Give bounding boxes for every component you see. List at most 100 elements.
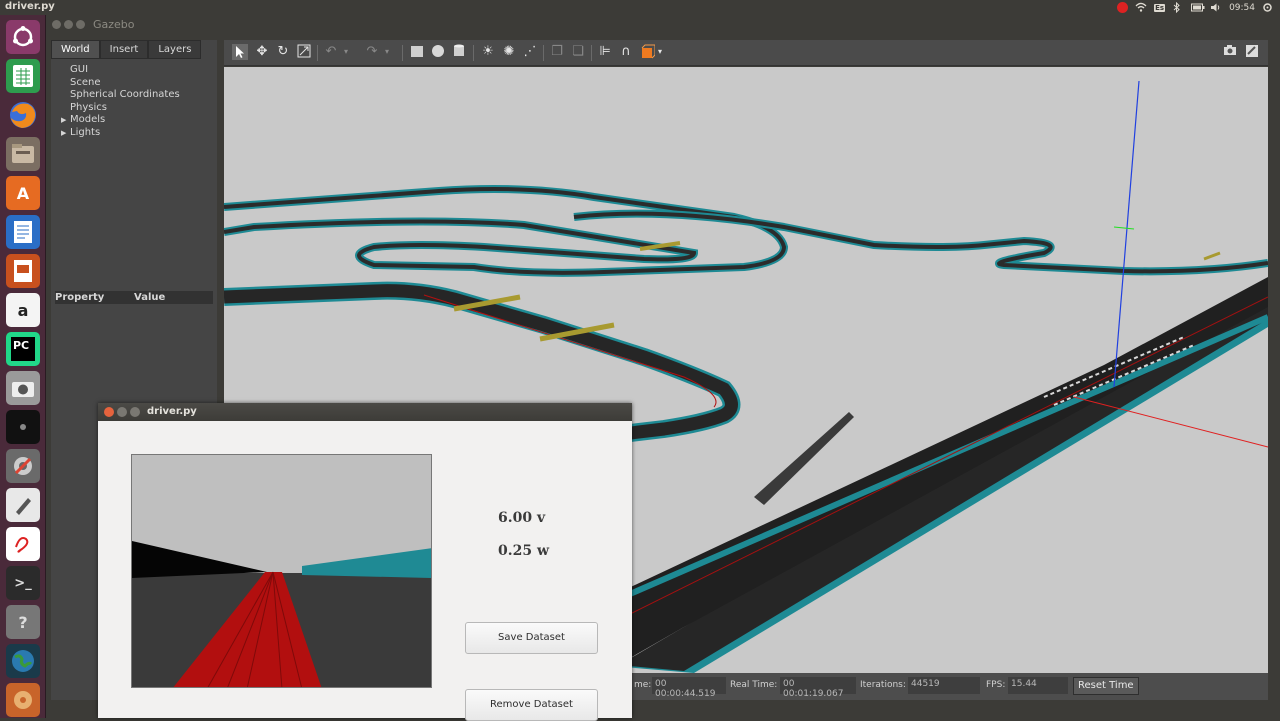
linear-velocity-readout: 6.00 v <box>498 510 546 526</box>
world-tree: GUI Scene Spherical Coordinates Physics … <box>61 64 180 140</box>
spot-light-icon[interactable]: ✺ <box>501 44 517 60</box>
undo-dropdown-icon[interactable]: ▾ <box>338 44 354 60</box>
fps-label: FPS: <box>986 680 1006 690</box>
log-icon[interactable] <box>1244 44 1260 60</box>
camera-image <box>132 455 431 687</box>
tree-item-spherical-coordinates[interactable]: Spherical Coordinates <box>61 89 180 102</box>
scale-mode-icon[interactable] <box>296 44 312 60</box>
real-time-label: Real Time: <box>730 680 778 690</box>
spreadsheet-icon[interactable] <box>6 59 40 93</box>
right-splitter[interactable] <box>1268 40 1280 700</box>
rotate-mode-icon[interactable]: ↻ <box>275 44 291 60</box>
copy-icon[interactable]: ❐ <box>549 44 565 60</box>
gazebo-title: Gazebo <box>93 18 135 31</box>
tree-item-scene[interactable]: Scene <box>61 77 180 90</box>
point-light-icon[interactable]: ☀ <box>480 44 496 60</box>
help-icon[interactable]: ? <box>6 605 40 639</box>
unity-launcher: A a PC >_ ? <box>0 15 46 718</box>
volume-icon[interactable] <box>1210 2 1222 13</box>
ubuntu-dash-icon[interactable] <box>6 20 40 54</box>
pycharm-icon[interactable]: PC <box>6 332 40 366</box>
expand-arrow-icon[interactable]: ▶ <box>61 127 70 140</box>
toolbar-separator <box>473 45 474 61</box>
power-gear-icon[interactable] <box>1262 2 1274 13</box>
tab-insert[interactable]: Insert <box>99 40 149 59</box>
redo-icon[interactable]: ↷ <box>364 44 380 60</box>
dark-terminal-icon[interactable] <box>6 410 40 444</box>
text-editor-icon[interactable] <box>6 488 40 522</box>
disk-icon[interactable] <box>6 683 40 717</box>
property-header: Property Value <box>55 291 213 304</box>
expand-arrow-icon[interactable]: ▶ <box>61 114 70 127</box>
save-dataset-button[interactable]: Save Dataset <box>465 622 598 654</box>
snap-icon[interactable]: ∩ <box>618 44 634 60</box>
gazebo-titlebar: Gazebo <box>46 15 1280 35</box>
paste-icon[interactable]: ❏ <box>570 44 586 60</box>
tree-item-gui[interactable]: GUI <box>61 64 180 77</box>
firefox-icon[interactable] <box>6 98 40 132</box>
minimize-button[interactable] <box>64 20 73 29</box>
driver-title: driver.py <box>147 406 197 417</box>
angular-velocity-readout: 0.25 w <box>498 543 550 559</box>
close-button[interactable] <box>52 20 61 29</box>
battery-icon[interactable] <box>1191 2 1205 13</box>
tree-label: GUI <box>70 64 89 75</box>
iterations-label: Iterations: <box>860 680 906 690</box>
tree-label: Lights <box>70 126 101 138</box>
keyboard-layout-indicator[interactable]: Es <box>1154 3 1166 12</box>
panel-tabs: World Insert Layers <box>51 40 202 59</box>
tree-label: Spherical Coordinates <box>70 89 180 101</box>
tab-layers[interactable]: Layers <box>148 40 202 59</box>
maximize-button[interactable] <box>130 407 140 417</box>
tree-item-physics[interactable]: Physics <box>61 102 180 115</box>
settings-icon[interactable] <box>6 449 40 483</box>
camera-view <box>131 454 432 688</box>
undo-icon[interactable]: ↶ <box>323 44 339 60</box>
real-time-value: 00 00:01:19.067 <box>780 677 856 699</box>
tree-label: Physics <box>70 101 107 113</box>
cylinder-shape-icon[interactable] <box>451 44 467 60</box>
wifi-icon[interactable] <box>1135 2 1147 13</box>
impress-icon[interactable] <box>6 254 40 288</box>
screenshot-camera-icon[interactable] <box>1222 44 1238 60</box>
clock[interactable]: 09:54 <box>1229 3 1255 13</box>
property-column-header[interactable]: Property <box>55 292 104 303</box>
close-button[interactable] <box>104 407 114 417</box>
iterations-value: 44519 <box>908 677 980 694</box>
writer-icon[interactable] <box>6 215 40 249</box>
terminal-icon[interactable]: >_ <box>6 566 40 600</box>
earth-icon[interactable] <box>6 644 40 678</box>
remove-dataset-button[interactable]: Remove Dataset <box>465 689 598 721</box>
redo-dropdown-icon[interactable]: ▾ <box>379 44 395 60</box>
toolbar-separator <box>543 45 544 61</box>
tree-item-lights[interactable]: ▶ Lights <box>61 127 180 140</box>
software-center-icon[interactable]: A <box>6 176 40 210</box>
select-mode-icon[interactable] <box>232 44 248 60</box>
amazon-icon[interactable]: a <box>6 293 40 327</box>
translate-mode-icon[interactable]: ✥ <box>254 44 270 60</box>
sim-time-value: 00 00:00:44.519 <box>652 677 726 699</box>
driver-titlebar[interactable]: driver.py <box>98 403 632 421</box>
record-icon[interactable] <box>1117 2 1129 13</box>
directional-light-icon[interactable]: ⋰ <box>522 44 538 60</box>
sim-time-label: me: <box>634 680 652 690</box>
minimize-button[interactable] <box>117 407 127 417</box>
reset-time-button[interactable]: Reset Time <box>1073 677 1139 695</box>
tree-item-models[interactable]: ▶ Models <box>61 114 180 127</box>
maximize-button[interactable] <box>76 20 85 29</box>
screenshot-icon[interactable] <box>6 371 40 405</box>
box-shape-icon[interactable] <box>409 44 425 60</box>
tab-world[interactable]: World <box>51 40 100 59</box>
toolbar-separator <box>402 45 403 61</box>
toolbar-separator <box>591 45 592 61</box>
sphere-shape-icon[interactable] <box>430 44 446 60</box>
document-viewer-icon[interactable] <box>6 527 40 561</box>
top-panel: driver.py Es 09:54 <box>0 0 1280 15</box>
bluetooth-icon[interactable] <box>1172 1 1184 14</box>
view-dropdown-icon[interactable]: ▾ <box>652 44 668 60</box>
align-icon[interactable]: ⊫ <box>597 44 613 60</box>
gazebo-toolbar: ✥ ↻ ↶ ▾ ↷ ▾ ☀ ✺ ⋰ ❐ ❏ ⊫ ∩ ▾ <box>224 40 1268 66</box>
value-column-header[interactable]: Value <box>134 292 165 303</box>
files-icon[interactable] <box>6 137 40 171</box>
fps-value: 15.44 <box>1008 677 1068 694</box>
